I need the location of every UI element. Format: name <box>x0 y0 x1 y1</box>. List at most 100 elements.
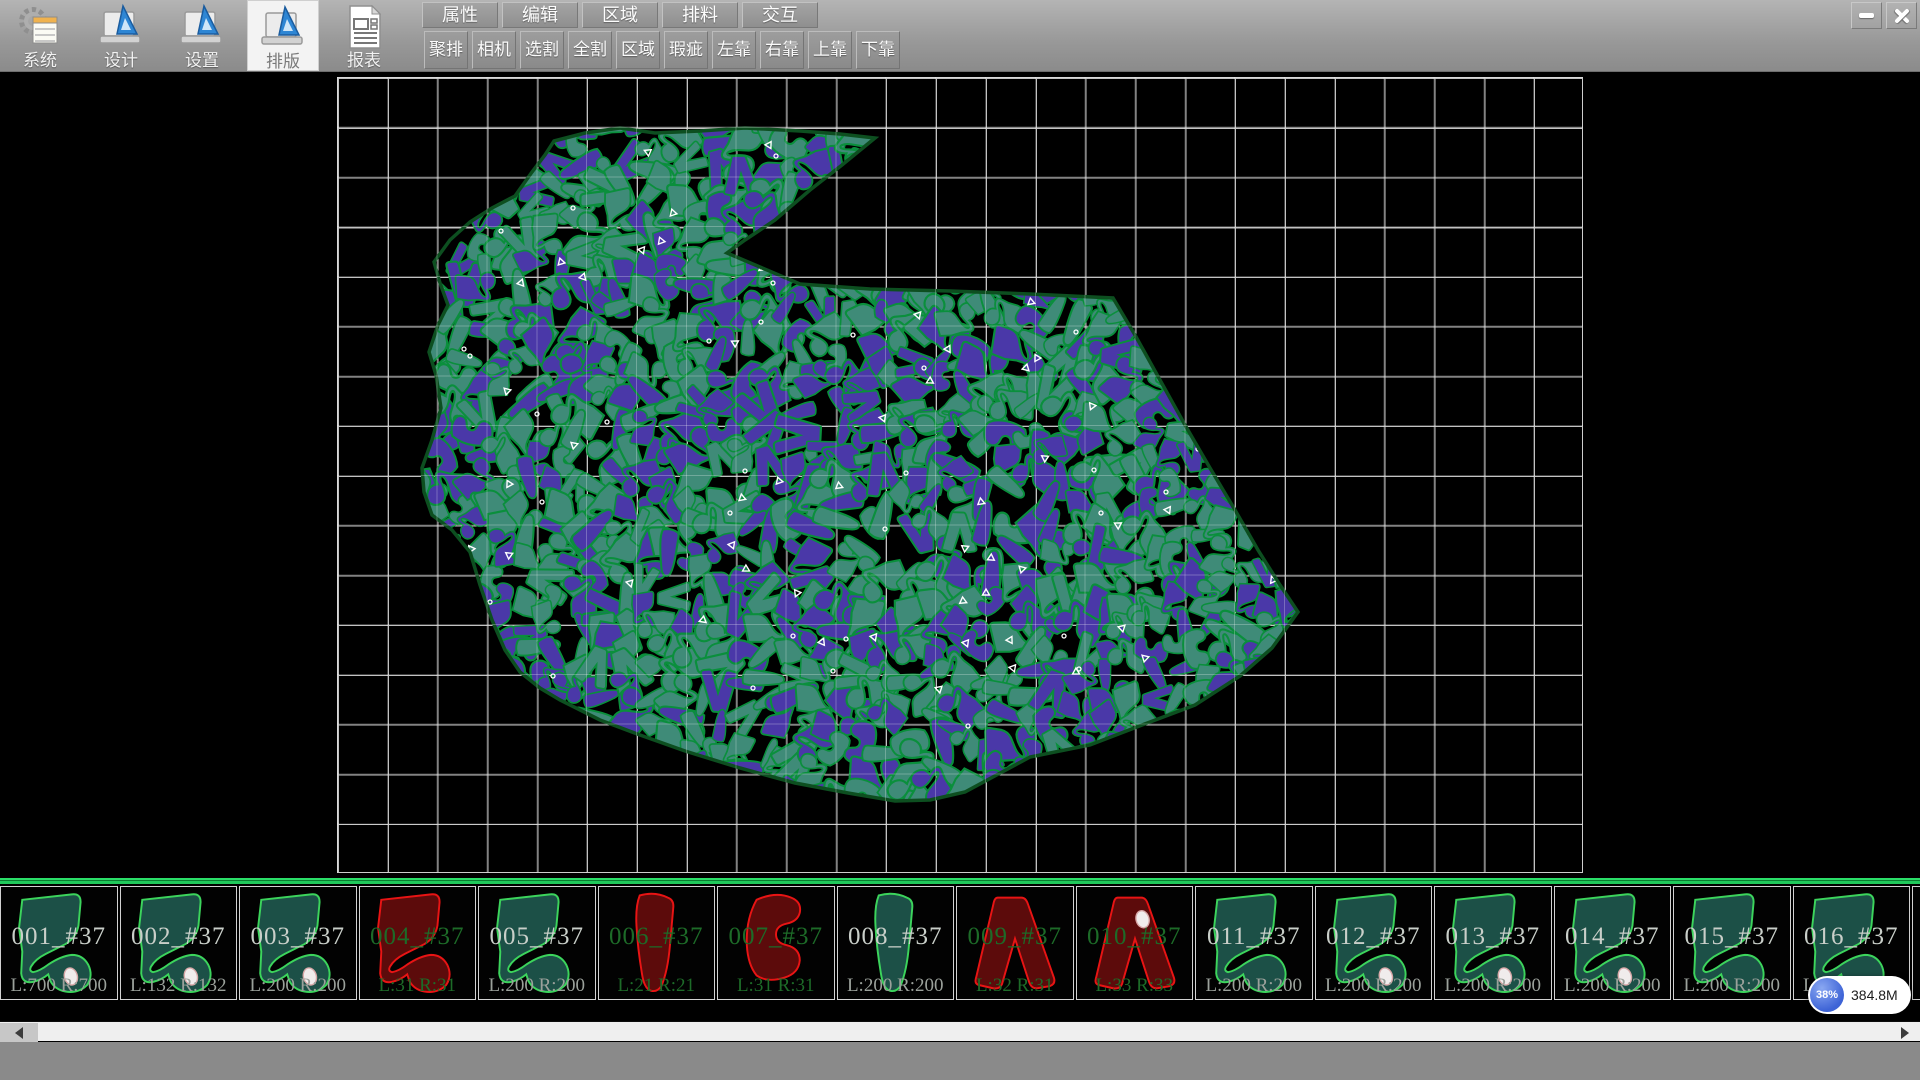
piece-thumbnail-5[interactable]: 005_#37 L:200 R:200 <box>478 886 596 1000</box>
nesting-canvas[interactable] <box>0 72 1920 878</box>
tool-button-3[interactable]: 选割 <box>520 31 564 69</box>
chevron-left-icon <box>15 1027 23 1039</box>
piece-name: 005_#37 <box>479 923 595 951</box>
minimize-button[interactable] <box>1851 2 1882 29</box>
main-button-1[interactable]: 系统 <box>4 0 76 71</box>
scroll-left-button[interactable] <box>0 1023 38 1042</box>
scroll-right-button[interactable] <box>1890 1023 1920 1042</box>
piece-thumbnail-3[interactable]: 003_#37 L:200 R:200 <box>239 886 357 1000</box>
piece-thumbnail-strip: 001_#37L:700 R:700002_#37L:132 R:132003_… <box>0 886 1920 1000</box>
piece-thumbnail-15[interactable]: 015_#37 L:200 R:200 <box>1673 886 1791 1000</box>
piece-name: 011_#37 <box>1196 923 1312 951</box>
menu-button-2[interactable]: 编辑 <box>502 2 578 28</box>
piece-name: 008_#37 <box>838 923 954 951</box>
piece-thumbnail-9[interactable]: 009_#37 L:32 R:31 <box>956 886 1074 1000</box>
tool-button-7[interactable]: 左靠 <box>712 31 756 69</box>
bottom-status-band <box>0 1042 1920 1080</box>
horizontal-scrollbar[interactable] <box>0 1021 1920 1041</box>
piece-name: 007_#37 <box>718 923 834 951</box>
main-button-label: 设计 <box>104 52 138 69</box>
piece-thumbnail-4[interactable]: 004_#37 L:31 R:31 <box>359 886 477 1000</box>
menu-row-secondary: 聚排相机选割全割区域瑕疵左靠右靠上靠下靠 <box>424 31 900 69</box>
menu-button-4[interactable]: 排料 <box>662 2 738 28</box>
piece-thumbnail-6[interactable]: 006_#37L:21 R:21 <box>598 886 716 1000</box>
tool-button-6[interactable]: 瑕疵 <box>664 31 708 69</box>
piece-lr-count: L:33 R:33 <box>1077 975 1193 997</box>
piece-name: 014_#37 <box>1555 923 1671 951</box>
piece-lr-count: L:700 R:700 <box>1 975 117 997</box>
piece-name: 016_#37 <box>1794 923 1910 951</box>
tool-button-5[interactable]: 区域 <box>616 31 660 69</box>
piece-lr-count: L:200 R:200 <box>1316 975 1432 997</box>
main-button-label: 排版 <box>266 53 300 70</box>
main-button-2[interactable]: 设计 <box>85 0 157 71</box>
piece-thumbnail-14[interactable]: 014_#37 L:200 R:200 <box>1554 886 1672 1000</box>
main-button-label: 系统 <box>23 52 57 69</box>
piece-name: 010_#37 <box>1077 923 1193 951</box>
piece-name: 002_#37 <box>121 923 237 951</box>
piece-lr-count: L:200 R:200 <box>1555 975 1671 997</box>
window-controls <box>1851 2 1917 29</box>
tool-button-9[interactable]: 上靠 <box>808 31 852 69</box>
piece-lr-count: L:200 R:200 <box>1435 975 1551 997</box>
piece-lr-count: L:200 R:200 <box>838 975 954 997</box>
laptop-ruler-icon <box>179 3 225 51</box>
tool-button-1[interactable]: 聚排 <box>424 31 468 69</box>
menu-row-primary: 属性编辑区域排料交互 <box>422 2 818 28</box>
memory-value: 384.8M <box>1851 987 1898 1003</box>
piece-name: 013_#37 <box>1435 923 1551 951</box>
tool-button-4[interactable]: 全割 <box>568 31 612 69</box>
piece-lr-count: L:2 <box>1913 975 1920 997</box>
piece-lr-count: L:132 R:132 <box>121 975 237 997</box>
piece-lr-count: L:21 R:21 <box>599 975 715 997</box>
piece-name: 001_#37 <box>1 923 117 951</box>
piece-lr-count: L:31 R:31 <box>718 975 834 997</box>
piece-thumbnail-11[interactable]: 011_#37 L:200 R:200 <box>1195 886 1313 1000</box>
piece-thumbnail-17[interactable]: 017_#37 L:2 <box>1912 886 1920 1000</box>
hide-nest-drawing <box>0 72 1920 878</box>
piece-lr-count: L:200 R:200 <box>479 975 595 997</box>
memory-status-badge: 38% 384.8M <box>1808 976 1911 1014</box>
menu-button-3[interactable]: 区域 <box>582 2 658 28</box>
piece-thumbnail-13[interactable]: 013_#37 L:200 R:200 <box>1434 886 1552 1000</box>
tool-button-2[interactable]: 相机 <box>472 31 516 69</box>
main-button-group: 系统 设计 设置 排版 报表 <box>4 0 400 72</box>
main-button-5[interactable]: 报表 <box>328 0 400 71</box>
piece-name: 012_#37 <box>1316 923 1432 951</box>
piece-name: 009_#37 <box>957 923 1073 951</box>
minimize-icon <box>1859 13 1874 18</box>
tool-button-10[interactable]: 下靠 <box>856 31 900 69</box>
piece-name: 015_#37 <box>1674 923 1790 951</box>
piece-thumbnail-8[interactable]: 008_#37 L:200 R:200 <box>837 886 955 1000</box>
piece-thumbnail-1[interactable]: 001_#37 L:700 R:700 <box>0 886 118 1000</box>
main-button-3[interactable]: 设置 <box>166 0 238 71</box>
piece-name: 003_#37 <box>240 923 356 951</box>
piece-name: 017_#37 <box>1913 923 1920 951</box>
close-button[interactable] <box>1886 2 1917 29</box>
piece-thumbnail-7[interactable]: 007_#37 L:31 R:31 <box>717 886 835 1000</box>
piece-lr-count: L:32 R:31 <box>957 975 1073 997</box>
menu-button-5[interactable]: 交互 <box>742 2 818 28</box>
piece-thumbnail-2[interactable]: 002_#37 L:132 R:132 <box>120 886 238 1000</box>
piece-lr-count: L:200 R:200 <box>240 975 356 997</box>
laptop-ruler-icon <box>260 4 306 52</box>
piece-lr-count: L:200 R:200 <box>1196 975 1312 997</box>
percent-indicator: 38% <box>1810 978 1844 1012</box>
close-icon <box>1894 8 1910 24</box>
main-toolbar: 系统设计设置排版报表 属性编辑区域排料交互 聚排相机选割全割区域瑕疵左靠右靠上靠… <box>0 0 1920 72</box>
main-button-label: 设置 <box>185 52 219 69</box>
menu-button-1[interactable]: 属性 <box>422 2 498 28</box>
laptop-ruler-icon <box>98 3 144 51</box>
piece-lr-count: L:31 R:31 <box>360 975 476 997</box>
gear-table-icon <box>17 3 63 51</box>
strip-separator-line <box>0 878 1920 884</box>
tool-button-8[interactable]: 右靠 <box>760 31 804 69</box>
main-button-label: 报表 <box>347 52 381 69</box>
piece-thumbnail-10[interactable]: 010_#37 L:33 R:33 <box>1076 886 1194 1000</box>
chevron-right-icon <box>1901 1027 1909 1039</box>
piece-lr-count: L:200 R:200 <box>1674 975 1790 997</box>
main-button-4[interactable]: 排版 <box>247 0 319 71</box>
report-icon <box>341 3 387 51</box>
piece-name: 004_#37 <box>360 923 476 951</box>
piece-thumbnail-12[interactable]: 012_#37 L:200 R:200 <box>1315 886 1433 1000</box>
